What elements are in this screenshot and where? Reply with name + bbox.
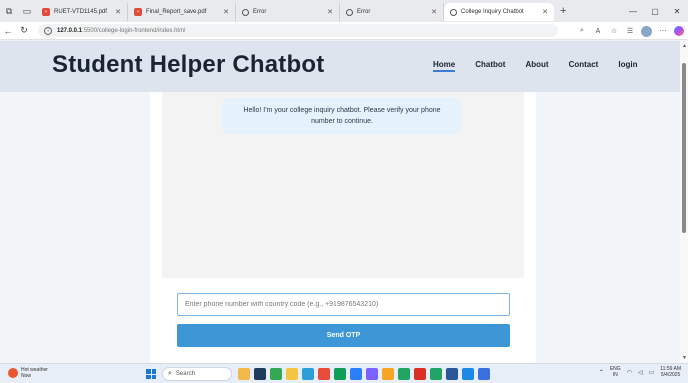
send-otp-button[interactable]: Send OTP — [177, 324, 510, 347]
close-tab-icon[interactable]: ✕ — [431, 8, 437, 16]
close-tab-icon[interactable]: ✕ — [327, 8, 333, 16]
address-tools: ⌕ A ☆ ☰ ⋯ — [574, 22, 684, 40]
read-aloud-icon[interactable]: A — [590, 28, 606, 35]
app-icon[interactable] — [270, 368, 282, 380]
scrollbar-thumb[interactable] — [682, 63, 686, 233]
chrome-icon[interactable] — [334, 368, 346, 380]
taskbar-search[interactable]: ⌕ Search — [162, 367, 232, 381]
task-view-icon[interactable] — [238, 368, 250, 380]
word-icon[interactable] — [446, 368, 458, 380]
globe-icon — [450, 8, 457, 16]
url-path: :5500/college-login-frontend/index.html — [82, 27, 186, 34]
back-arrow-icon[interactable]: ← — [0, 22, 16, 40]
pinned-apps — [238, 368, 494, 380]
windows-start-icon[interactable] — [146, 369, 156, 379]
app-icon[interactable] — [366, 368, 378, 380]
bot-message: Hello! I'm your college inquiry chatbot.… — [222, 98, 462, 134]
page-viewport: Student Helper Chatbot Home Chatbot Abou… — [0, 41, 680, 363]
copilot-icon[interactable] — [674, 26, 684, 36]
site-header: Student Helper Chatbot Home Chatbot Abou… — [0, 41, 680, 92]
minimize-icon[interactable]: — — [622, 0, 644, 22]
app-icon[interactable] — [318, 368, 330, 380]
nav-chatbot[interactable]: Chatbot — [475, 60, 505, 69]
nav-home[interactable]: Home — [433, 60, 456, 72]
zoom-icon[interactable]: ⌕ — [574, 27, 590, 35]
refresh-icon[interactable]: ↻ — [16, 22, 32, 40]
file-explorer-icon[interactable] — [286, 368, 298, 380]
browser-tab-strip: ⧉ ▭ ▪ RUET-VTD1145.pdf ✕ ▪ Final_Report_… — [0, 0, 688, 22]
close-tab-icon[interactable]: ✕ — [223, 8, 229, 16]
tab-title: College Inquiry Chatbot — [461, 9, 524, 15]
pdf-icon: ▪ — [134, 8, 142, 16]
search-icon: ⌕ — [168, 370, 172, 377]
tab-2[interactable]: Error ✕ — [236, 3, 340, 21]
url-host: 127.0.0.1 — [57, 27, 83, 34]
tab-3[interactable]: Error ✕ — [340, 3, 444, 21]
clock-date: 5/4/2025 — [660, 372, 681, 378]
taskbar: Hot weather Now ⌕ Search ⌃ ENG IN ◠ ◁ ▭ … — [0, 363, 688, 383]
lang-region: IN — [612, 372, 618, 378]
vscode-icon[interactable] — [478, 368, 490, 380]
workspaces-icon[interactable]: ⧉ — [0, 0, 18, 22]
chat-card: Hello! I'm your college inquiry chatbot.… — [150, 92, 536, 363]
scroll-down-icon[interactable]: ▼ — [682, 355, 687, 361]
maximize-icon[interactable]: ▢ — [644, 0, 666, 22]
tab-actions-icon[interactable]: ▭ — [18, 0, 36, 22]
new-tab-button[interactable]: + — [560, 5, 566, 17]
close-tab-icon[interactable]: ✕ — [115, 8, 121, 16]
nav-login[interactable]: login — [618, 60, 637, 69]
app-icon[interactable] — [254, 368, 266, 380]
app-icon[interactable] — [414, 368, 426, 380]
profile-avatar-icon[interactable] — [641, 25, 652, 37]
app-icon[interactable] — [398, 368, 410, 380]
close-tab-icon[interactable]: ✕ — [542, 8, 548, 16]
globe-icon — [346, 8, 353, 16]
globe-icon — [242, 8, 249, 16]
nav-contact[interactable]: Contact — [569, 60, 599, 69]
tab-title: Final_Report_save.pdf — [146, 9, 207, 15]
close-window-icon[interactable]: ✕ — [666, 0, 688, 22]
nav-about[interactable]: About — [525, 60, 548, 69]
weather-sub: Now — [21, 373, 32, 379]
weather-icon — [8, 368, 18, 378]
chat-messages: Hello! I'm your college inquiry chatbot.… — [162, 92, 524, 278]
search-label: Search — [175, 371, 195, 377]
tab-title: Error — [253, 9, 267, 15]
pdf-icon: ▪ — [42, 8, 50, 16]
app-icon[interactable] — [462, 368, 474, 380]
page-scrollbar[interactable]: ▲ ▼ — [680, 41, 688, 363]
tab-4[interactable]: College Inquiry Chatbot ✕ — [444, 3, 554, 21]
clock[interactable]: 11:59 AM 5/4/2025 — [660, 366, 681, 378]
chevron-up-icon[interactable]: ⌃ — [599, 369, 604, 376]
phone-number-input[interactable] — [177, 293, 510, 316]
excel-icon[interactable] — [430, 368, 442, 380]
tab-title: Error — [357, 9, 371, 15]
window-controls: — ▢ ✕ — [622, 0, 688, 22]
site-title: Student Helper Chatbot — [52, 51, 325, 78]
favorite-star-icon[interactable]: ☆ — [606, 27, 622, 35]
weather-widget[interactable]: Hot weather Now — [8, 367, 48, 379]
battery-icon[interactable]: ▭ — [649, 369, 655, 376]
site-info-icon[interactable]: i — [44, 26, 52, 35]
edge-icon[interactable] — [302, 368, 314, 380]
more-options-icon[interactable]: ⋯ — [655, 27, 671, 35]
volume-icon[interactable]: ◁ — [638, 369, 643, 376]
url-field[interactable]: i 127.0.0.1:5500/college-login-frontend/… — [38, 24, 558, 37]
app-icon[interactable] — [350, 368, 362, 380]
app-icon[interactable] — [382, 368, 394, 380]
scroll-up-icon[interactable]: ▲ — [682, 43, 687, 49]
tab-title: RUET-VTD1145.pdf — [54, 9, 107, 15]
favorites-icon[interactable]: ☰ — [622, 27, 638, 35]
language-indicator[interactable]: ENG IN — [610, 366, 621, 378]
address-bar: ← ↻ i 127.0.0.1:5500/college-login-front… — [0, 22, 688, 40]
system-tray: ⌃ ENG IN ◠ ◁ ▭ 11:59 AM 5/4/2025 — [596, 366, 684, 378]
tab-0[interactable]: ▪ RUET-VTD1145.pdf ✕ — [36, 3, 128, 21]
wifi-icon[interactable]: ◠ — [627, 369, 632, 376]
tab-1[interactable]: ▪ Final_Report_save.pdf ✕ — [128, 3, 236, 21]
site-nav: Home Chatbot About Contact login — [433, 60, 657, 72]
